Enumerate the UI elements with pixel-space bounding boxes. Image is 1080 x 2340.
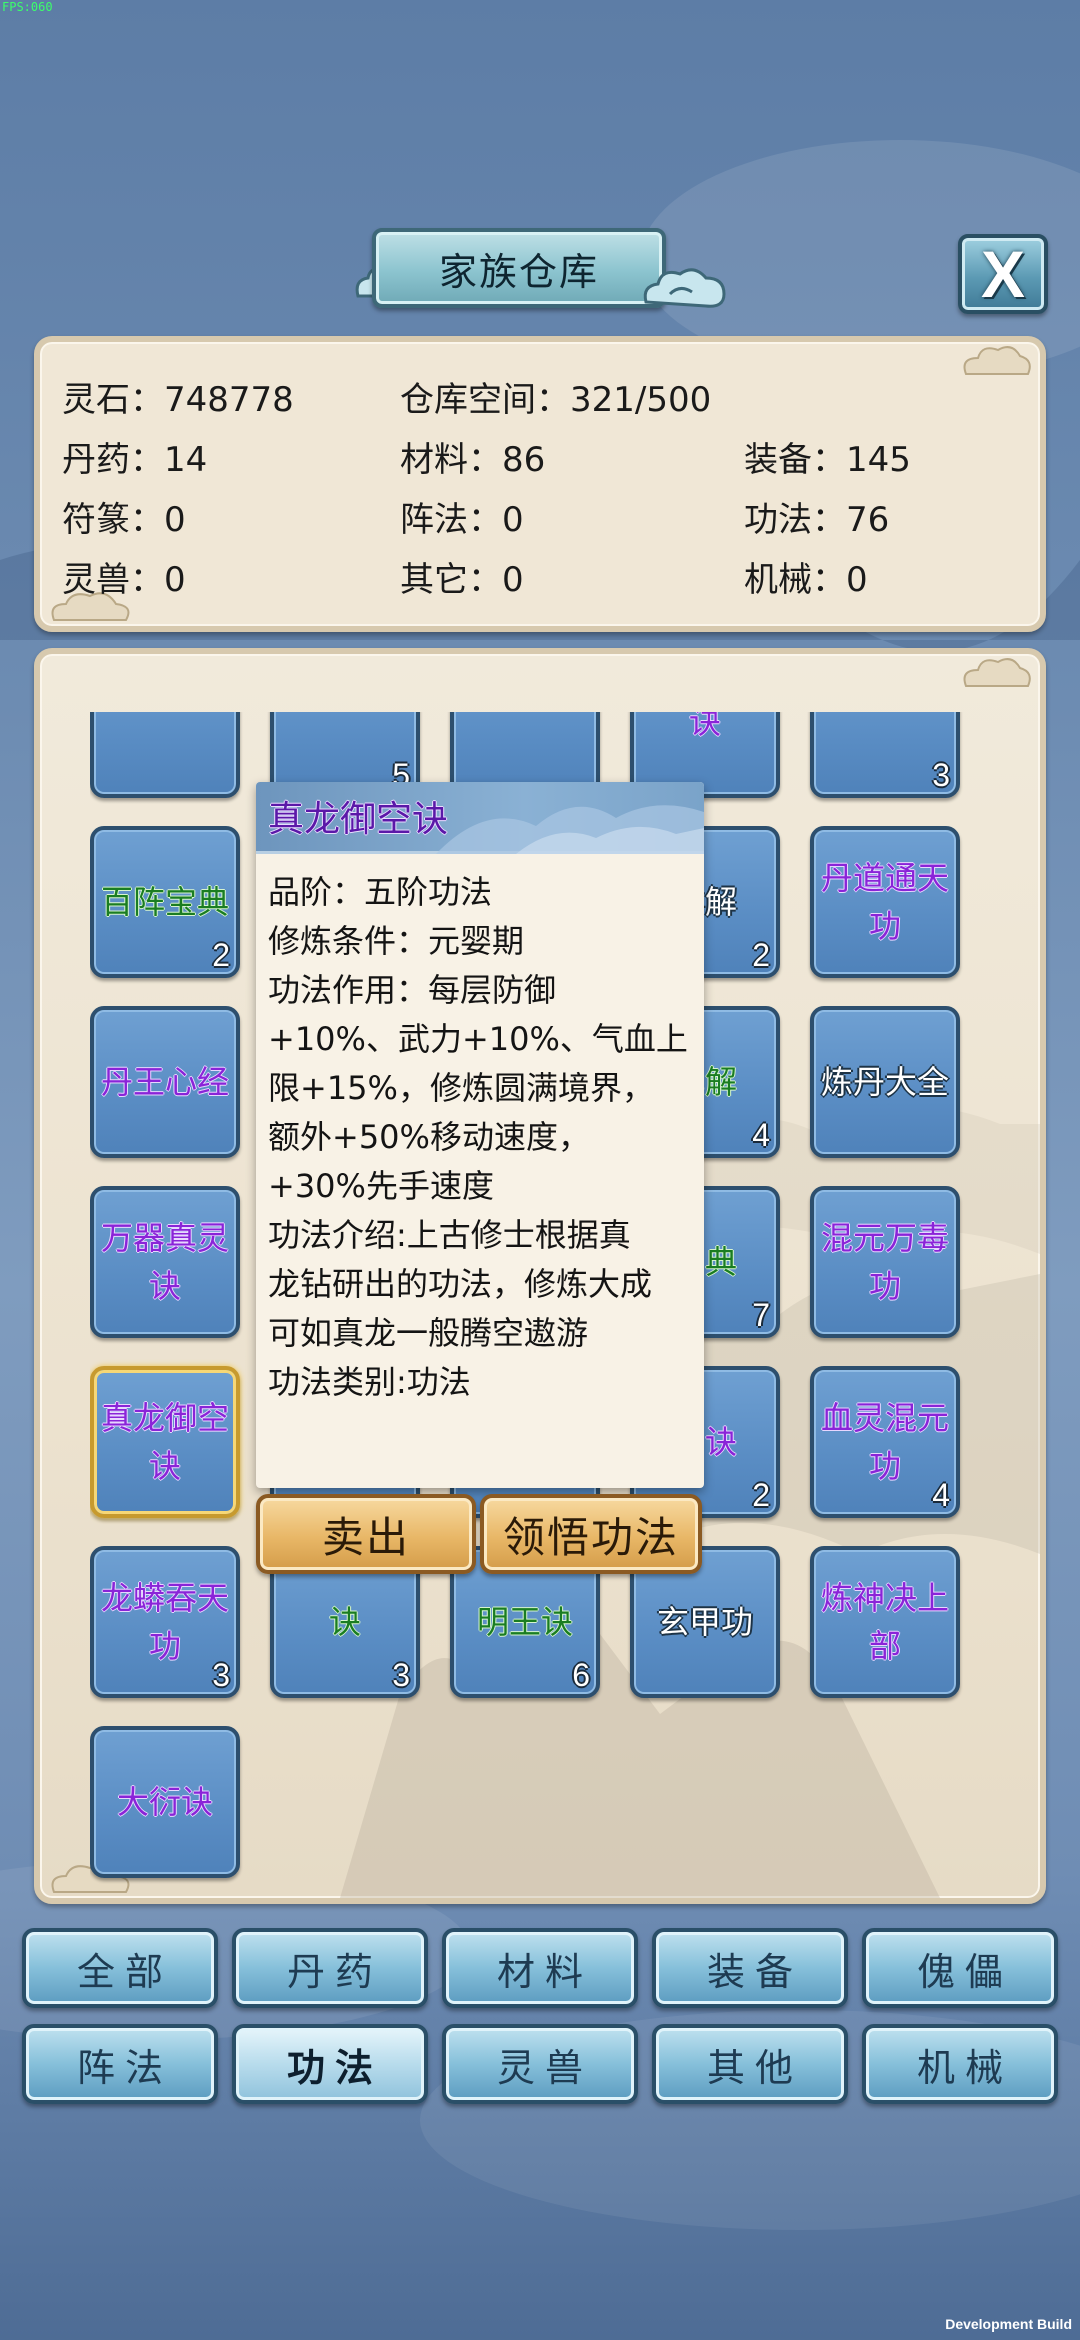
tooltip-line: +10%、武力+10%、气血上 xyxy=(268,1020,688,1058)
inventory-slot[interactable]: 万器真灵诀 xyxy=(90,1186,240,1338)
item-name: 玄甲功 xyxy=(656,1603,753,1641)
inventory-slot[interactable]: 3 xyxy=(810,712,960,798)
item-quantity: 2 xyxy=(212,937,230,973)
tooltip-line: 品阶：五阶功法 xyxy=(268,873,493,911)
category-tab[interactable]: 功法 xyxy=(232,2024,428,2104)
category-tab[interactable]: 全部 xyxy=(22,1928,218,2008)
inventory-slot[interactable]: 大衍诀 xyxy=(90,1726,240,1878)
item-name: 万器真灵诀 xyxy=(100,1219,229,1305)
other-count: 其它：0 xyxy=(400,560,524,600)
category-tab-label: 阵法 xyxy=(76,2045,173,2090)
item-quantity: 3 xyxy=(932,757,950,793)
category-tab[interactable]: 阵法 xyxy=(22,2024,218,2104)
item-name: 诀 xyxy=(688,712,721,741)
item-name: 大衍诀 xyxy=(116,1783,213,1821)
category-tab-label: 全部 xyxy=(76,1949,173,1994)
item-quantity: 2 xyxy=(752,1477,770,1513)
equipment-count: 装备：145 xyxy=(744,440,911,480)
tooltip-line: 功法类别:功法 xyxy=(268,1363,471,1401)
item-name: 丹王心经 xyxy=(100,1063,229,1101)
item-name: 龙蟒吞天功 xyxy=(100,1579,229,1665)
talisman-count: 符篆：0 xyxy=(62,500,186,540)
item-name: 炼神决上部 xyxy=(820,1579,949,1665)
storage-capacity: 仓库空间：321/500 xyxy=(400,380,712,420)
beast-count: 灵兽：0 xyxy=(62,560,186,600)
item-quantity: 4 xyxy=(932,1477,950,1513)
cloud-decoration-icon xyxy=(963,346,1031,375)
item-detail-tooltip: 真龙御空诀 品阶：五阶功法 修炼条件：元婴期 功法作用：每层防御 +10%、武力+10… xyxy=(256,782,704,1488)
category-tab[interactable]: 机械 xyxy=(862,2024,1058,2104)
pill-count: 丹药：14 xyxy=(62,440,208,480)
cloud-decoration-icon xyxy=(963,658,1031,687)
category-tab-label: 傀儡 xyxy=(916,1949,1013,1994)
inventory-slot[interactable]: 炼丹大全 xyxy=(810,1006,960,1158)
category-tab[interactable]: 丹药 xyxy=(232,1928,428,2008)
sell-button[interactable]: 卖出 xyxy=(256,1494,476,1574)
formation-count: 阵法：0 xyxy=(400,500,524,540)
close-icon: X xyxy=(980,237,1026,311)
tooltip-line: 额外+50%移动速度， xyxy=(268,1118,590,1156)
tooltip-line: 龙钻研出的功法，修炼大成 xyxy=(268,1265,653,1303)
inventory-slot[interactable]: 丹王心经 xyxy=(90,1006,240,1158)
close-button[interactable]: X xyxy=(958,234,1048,314)
inventory-slot[interactable]: 百阵宝典 2 xyxy=(90,826,240,978)
item-quantity: 3 xyxy=(212,1657,230,1693)
inventory-slot[interactable] xyxy=(90,712,240,798)
item-name: 血灵混元功 xyxy=(820,1399,949,1485)
spirit-stone-count: 灵石：748778 xyxy=(62,380,294,420)
category-tab-label: 机械 xyxy=(916,2045,1013,2090)
inventory-slot[interactable]: 血灵混元功 4 xyxy=(810,1366,960,1518)
tooltip-line: 修炼条件：元婴期 xyxy=(268,922,525,960)
inventory-slot[interactable]: 龙蟒吞天功 3 xyxy=(90,1546,240,1698)
item-quantity: 4 xyxy=(752,1117,770,1153)
item-quantity: 3 xyxy=(392,1657,410,1693)
machine-count: 机械：0 xyxy=(744,560,868,600)
cloud-ornament-right xyxy=(643,268,726,308)
storage-stats-panel: 灵石：748778 仓库空间：321/500 丹药：14 材料：86 装备：14… xyxy=(34,336,1046,632)
item-name: 丹道通天功 xyxy=(820,859,949,945)
item-name: 明王诀 xyxy=(476,1603,573,1641)
page-title: 家族仓库 xyxy=(438,249,599,294)
category-tab-label: 其他 xyxy=(706,2045,803,2090)
item-name: 诀 xyxy=(328,1603,361,1641)
tooltip-line: 功法介绍:上古修士根据真 xyxy=(268,1216,631,1254)
category-tab[interactable]: 装备 xyxy=(652,1928,848,2008)
item-name: 炼丹大全 xyxy=(820,1063,949,1101)
tooltip-line: 功法作用：每层防御 xyxy=(268,971,557,1009)
category-tab-label: 功法 xyxy=(286,2045,383,2090)
page-title-plaque: 家族仓库 xyxy=(372,228,666,308)
category-tab-label: 装备 xyxy=(706,1949,803,1994)
tooltip-title: 真龙御空诀 xyxy=(268,799,449,840)
item-name: 混元万毒功 xyxy=(820,1219,949,1305)
category-tab-label: 灵兽 xyxy=(496,2045,593,2090)
material-count: 材料：86 xyxy=(400,440,546,480)
build-label: Development Build xyxy=(945,2316,1072,2332)
technique-count: 功法：76 xyxy=(744,500,890,540)
item-quantity: 7 xyxy=(752,1297,770,1333)
tooltip-line: 可如真龙一般腾空遨游 xyxy=(268,1314,589,1352)
category-tab[interactable]: 傀儡 xyxy=(862,1928,1058,2008)
inventory-slot[interactable]: 炼神决上部 xyxy=(810,1546,960,1698)
category-tab[interactable]: 其他 xyxy=(652,2024,848,2104)
tooltip-line: +30%先手速度 xyxy=(268,1167,494,1205)
item-name: 真龙御空诀 xyxy=(100,1399,229,1485)
inventory-slot[interactable]: 丹道通天功 xyxy=(810,826,960,978)
category-tab[interactable]: 灵兽 xyxy=(442,2024,638,2104)
item-quantity: 6 xyxy=(572,1657,590,1693)
tooltip-body: 品阶：五阶功法 修炼条件：元婴期 功法作用：每层防御 +10%、武力+10%、气血上限… xyxy=(256,854,704,1407)
comprehend-technique-button[interactable]: 领悟功法 xyxy=(480,1494,702,1574)
inventory-slot[interactable]: 混元万毒功 xyxy=(810,1186,960,1338)
comprehend-button-label: 领悟功法 xyxy=(502,1512,679,1562)
category-tab[interactable]: 材料 xyxy=(442,1928,638,2008)
category-tab-label: 丹药 xyxy=(286,1949,383,1994)
item-name: 百阵宝典 xyxy=(100,883,229,921)
tooltip-header: 真龙御空诀 xyxy=(256,782,704,854)
item-quantity: 2 xyxy=(752,937,770,973)
sell-button-label: 卖出 xyxy=(321,1512,410,1562)
tooltip-line: 限+15%，修炼圆满境界， xyxy=(268,1069,654,1107)
fps-counter: FPS:060 xyxy=(2,0,53,14)
inventory-slot[interactable]: 真龙御空诀 xyxy=(90,1366,240,1518)
category-tab-label: 材料 xyxy=(496,1949,593,1994)
